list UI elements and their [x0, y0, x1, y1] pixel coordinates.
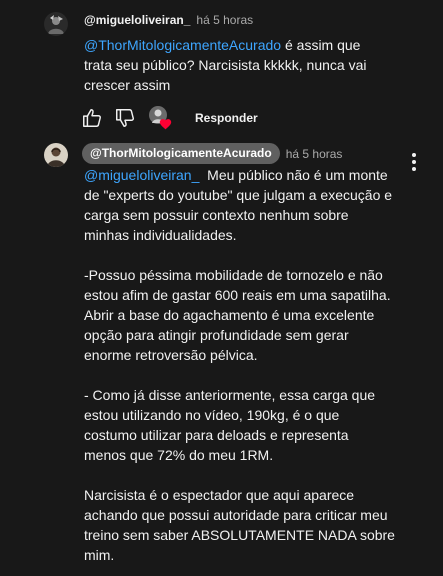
mention-link[interactable]: @ThorMitologicamenteAcurado [84, 37, 281, 53]
comment-text: @migueloliveiran_ Meu público não é um m… [84, 165, 424, 565]
comment-text-line1: Meu público não é um monte [199, 167, 388, 183]
like-button[interactable] [80, 106, 104, 130]
avatar[interactable] [44, 12, 68, 36]
creator-heart[interactable] [149, 106, 173, 130]
comment-actions: Responder [80, 106, 258, 130]
avatar[interactable] [44, 143, 68, 167]
comment-timestamp[interactable]: há 5 horas [196, 13, 253, 27]
comment-text: @ThorMitologicamenteAcurado é assim que … [84, 35, 414, 95]
comment-header: @migueloliveiran_ há 5 horas [84, 13, 253, 27]
comment-text-line1: é assim que [281, 37, 361, 53]
comment-text-rest: de "experts do youtube" que julgam a exe… [84, 187, 395, 563]
comment-text-rest: trata seu público? Narcisista kkkkk, nun… [84, 57, 367, 93]
dislike-button[interactable] [113, 106, 137, 130]
mention-link[interactable]: @migueloliveiran_ [84, 167, 199, 183]
reply-button[interactable]: Responder [195, 111, 258, 125]
creator-badge-author[interactable]: @ThorMitologicamenteAcurado [82, 143, 280, 164]
author-name[interactable]: @migueloliveiran_ [84, 13, 190, 27]
thumbs-up-icon [83, 109, 101, 127]
heart-icon [159, 119, 172, 130]
comment-header: @ThorMitologicamenteAcurado há 5 horas [82, 143, 342, 164]
comment-timestamp[interactable]: há 5 horas [286, 147, 343, 161]
thumbs-down-icon [116, 109, 134, 127]
